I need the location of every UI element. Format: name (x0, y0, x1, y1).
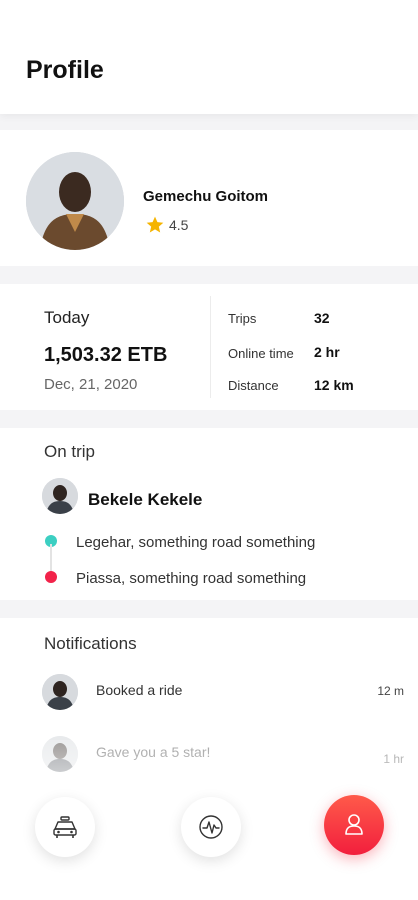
trips-value: 32 (314, 310, 330, 326)
notification-time: 12 m (377, 684, 404, 698)
online-time-label: Online time (228, 346, 294, 361)
rating-value: 4.5 (169, 217, 189, 233)
person-photo-icon (42, 478, 78, 514)
nav-activity-button[interactable] (181, 797, 241, 857)
pickup-address: Legehar, something road something (76, 534, 316, 551)
divider (210, 296, 211, 398)
today-stats-card: Today 1,503.32 ETB Dec, 21, 2020 Trips 3… (0, 284, 418, 410)
rider-avatar (42, 478, 78, 514)
profile-avatar[interactable] (26, 152, 124, 250)
taxi-icon (53, 816, 77, 838)
person-photo-icon (42, 674, 78, 710)
notification-avatar (42, 674, 78, 710)
person-photo-icon (42, 736, 78, 772)
activity-icon (199, 815, 223, 839)
notification-time: 1 hr (383, 752, 404, 766)
app-header: Profile (0, 0, 418, 114)
earnings-date: Dec, 21, 2020 (44, 376, 138, 393)
notifications-card: Notifications Booked a ride 12 m Gave yo… (0, 618, 418, 900)
star-icon (146, 216, 164, 233)
rating: 4.5 (145, 215, 188, 235)
profile-card: Gemechu Goitom (0, 130, 418, 266)
page-title: Profile (26, 56, 104, 84)
notifications-title: Notifications (44, 634, 137, 653)
notification-text[interactable]: Gave you a 5 star! (96, 744, 210, 760)
online-time-value: 2 hr (314, 344, 340, 360)
notification-text[interactable]: Booked a ride (96, 682, 182, 698)
dropoff-dot-icon (45, 571, 57, 583)
on-trip-card[interactable]: On trip Bekele Kekele Legehar, something… (0, 428, 418, 600)
today-label: Today (44, 308, 90, 327)
earnings-amount: 1,503.32 ETB (44, 344, 168, 366)
distance-label: Distance (228, 378, 279, 393)
trips-label: Trips (228, 311, 257, 326)
profile-name: Gemechu Goitom (143, 188, 269, 205)
nav-profile-button[interactable] (324, 795, 384, 855)
person-photo-icon (26, 152, 124, 250)
on-trip-title: On trip (44, 442, 96, 461)
distance-value: 12 km (314, 377, 354, 393)
dropoff-address: Piassa, something road something (76, 570, 307, 587)
route-line (50, 544, 52, 572)
rider-name: Bekele Kekele (88, 490, 203, 509)
notification-avatar (42, 736, 78, 772)
nav-taxi-button[interactable] (35, 797, 95, 857)
profile-icon (345, 814, 363, 835)
